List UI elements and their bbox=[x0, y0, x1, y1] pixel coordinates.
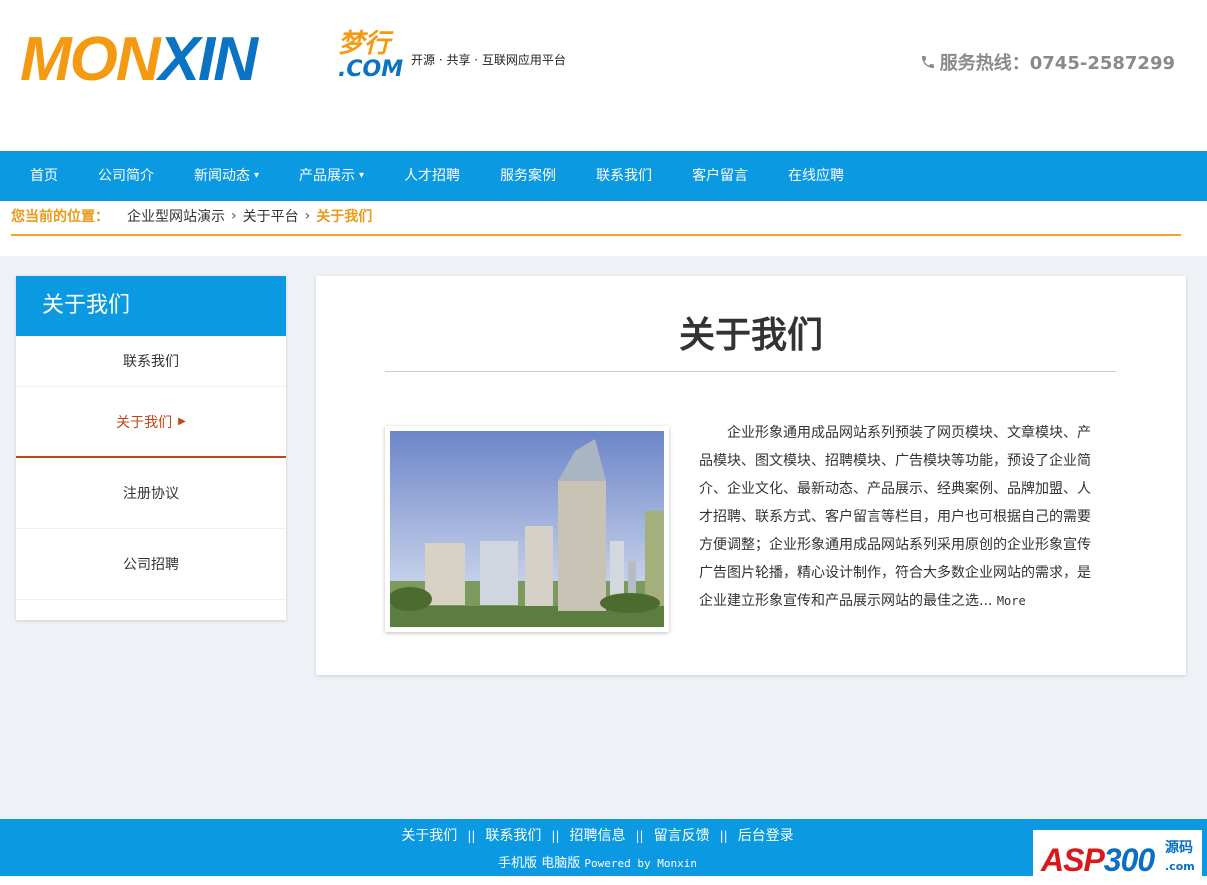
main-nav: 首页 公司简介 新闻动态 ▾ 产品展示 ▾ 人才招聘 服务案例 联系我们 客户留言 … bbox=[0, 151, 1207, 201]
nav-item-contact[interactable]: 联系我们 bbox=[576, 151, 672, 201]
breadcrumb-separator: › bbox=[231, 208, 237, 224]
nav-item-guestbook[interactable]: 客户留言 bbox=[672, 151, 768, 201]
building-image bbox=[390, 431, 664, 627]
logo-text-mon: MON bbox=[20, 25, 161, 94]
footer-links: 关于我们 || 联系我们 || 招聘信息 || 留言反馈 || 后台登录 bbox=[401, 828, 794, 844]
chevron-down-icon: ▾ bbox=[254, 170, 260, 181]
breadcrumb-link-platform[interactable]: 关于平台 bbox=[243, 206, 299, 226]
powered-by: Powered by Monxin bbox=[584, 857, 697, 870]
page-title: 关于我们 bbox=[678, 315, 823, 356]
sidebar-item-agreement[interactable]: 注册协议 bbox=[16, 458, 286, 529]
footer-link-about[interactable]: 关于我们 bbox=[401, 828, 457, 844]
nav-item-news[interactable]: 新闻动态 ▾ bbox=[174, 151, 279, 201]
breadcrumb-divider bbox=[11, 234, 1181, 236]
main-content: 关于我们 企业形象通用成品网站系列预装了网页模块、文章模块、产品模块、图文模块、… bbox=[316, 276, 1186, 675]
mobile-version-link[interactable]: 手机版 bbox=[498, 856, 537, 871]
breadcrumb-label: 您当前的位置： bbox=[11, 209, 109, 225]
footer-link-jobs[interactable]: 招聘信息 bbox=[570, 828, 626, 844]
caret-right-icon: ▶ bbox=[178, 416, 186, 427]
footer-sub: 手机版 电脑版 Powered by Monxin bbox=[0, 852, 1100, 871]
logo-text-xin: XIN bbox=[158, 25, 258, 94]
breadcrumb-separator: › bbox=[304, 208, 311, 224]
footer-link-admin[interactable]: 后台登录 bbox=[738, 828, 794, 844]
breadcrumb: 您当前的位置： 企业型网站演示 › 关于平台 › 关于我们 bbox=[11, 206, 372, 226]
breadcrumb-current[interactable]: 关于我们 bbox=[316, 206, 372, 226]
nav-item-apply[interactable]: 在线应聘 bbox=[768, 151, 864, 201]
sidebar-title: 关于我们 bbox=[16, 276, 286, 336]
title-divider bbox=[385, 371, 1116, 372]
more-link[interactable]: More bbox=[997, 594, 1026, 608]
nav-item-company-intro[interactable]: 公司简介 bbox=[78, 151, 174, 201]
chevron-down-icon: ▾ bbox=[359, 170, 365, 181]
hotline-text: 服务热线：0745-2587299 bbox=[939, 53, 1175, 74]
site-header: MONXIN 梦行 .COM 开源 · 共享 · 互联网应用平台 服务热线：07… bbox=[0, 0, 1207, 151]
logo-cn-block: 梦行 .COM bbox=[338, 30, 418, 82]
nav-item-home[interactable]: 首页 bbox=[10, 151, 78, 201]
sidebar-item-contact[interactable]: 联系我们 bbox=[16, 336, 286, 387]
footer-link-contact[interactable]: 联系我们 bbox=[485, 828, 541, 844]
logo-com-text: .COM bbox=[338, 57, 404, 82]
desktop-version-link[interactable]: 电脑版 bbox=[541, 856, 580, 871]
hotline: 服务热线：0745-2587299 bbox=[920, 49, 1175, 75]
site-slogan: 开源 · 共享 · 互联网应用平台 bbox=[411, 53, 566, 67]
about-description: 企业形象通用成品网站系列预装了网页模块、文章模块、产品模块、图文模块、招聘模块、… bbox=[699, 425, 1091, 609]
sidebar-item-about[interactable]: 关于我们 ▶ bbox=[16, 387, 286, 458]
phone-icon bbox=[921, 56, 934, 68]
bottom-strip bbox=[0, 876, 1207, 885]
nav-item-cases[interactable]: 服务案例 bbox=[480, 151, 576, 201]
site-footer: 关于我们 || 联系我们 || 招聘信息 || 留言反馈 || 后台登录 手机版 电脑版 Pow… bbox=[0, 819, 1207, 884]
logo-cn-text: 梦行 bbox=[338, 29, 391, 59]
nav-item-recruitment[interactable]: 人才招聘 bbox=[384, 151, 480, 201]
footer-link-feedback[interactable]: 留言反馈 bbox=[654, 828, 710, 844]
sidebar: 关于我们 联系我们 关于我们 ▶ 注册协议 公司招聘 bbox=[16, 276, 286, 620]
company-photo[interactable] bbox=[385, 426, 669, 632]
sidebar-item-jobs[interactable]: 公司招聘 bbox=[16, 529, 286, 600]
nav-item-products[interactable]: 产品展示 ▾ bbox=[279, 151, 384, 201]
site-logo[interactable]: MONXIN 梦行 .COM bbox=[20, 26, 403, 91]
breadcrumb-link-home[interactable]: 企业型网站演示 bbox=[127, 206, 225, 226]
breadcrumb-bar: 您当前的位置： 企业型网站演示 › 关于平台 › 关于我们 bbox=[0, 201, 1207, 256]
